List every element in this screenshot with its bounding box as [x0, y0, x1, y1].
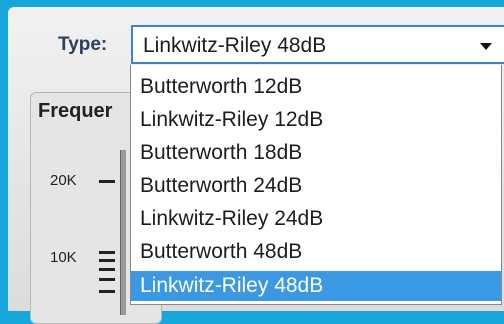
filter-type-select[interactable]: Linkwitz-Riley 48dB — [131, 25, 504, 64]
tick-mark — [99, 268, 115, 271]
selected-filter-type: Linkwitz-Riley 48dB — [143, 34, 327, 57]
tick-label-20k: 20K — [50, 172, 77, 189]
filter-type-dropdown-list: Butterworth 12dB Linkwitz-Riley 12dB But… — [130, 65, 502, 305]
tick-mark — [99, 251, 115, 254]
option-butterworth-12db[interactable]: Butterworth 12dB — [131, 72, 501, 102]
option-linkwitz-riley-12db[interactable]: Linkwitz-Riley 12dB — [131, 105, 501, 135]
chevron-down-icon[interactable] — [480, 43, 492, 50]
tick-mark — [99, 259, 115, 262]
option-butterworth-48db[interactable]: Butterworth 48dB — [131, 237, 501, 267]
option-linkwitz-riley-24db[interactable]: Linkwitz-Riley 24dB — [131, 204, 501, 234]
tick-mark — [99, 290, 115, 293]
frequency-heading: Frequer — [38, 100, 113, 122]
tick-mark — [99, 278, 115, 281]
tick-mark — [99, 180, 115, 183]
option-linkwitz-riley-48db[interactable]: Linkwitz-Riley 48dB — [131, 271, 501, 301]
tick-label-10k: 10K — [50, 249, 77, 266]
type-label: Type: — [58, 34, 108, 55]
option-butterworth-24db[interactable]: Butterworth 24dB — [131, 171, 501, 201]
frequency-scale — [120, 150, 126, 315]
option-butterworth-18db[interactable]: Butterworth 18dB — [131, 138, 501, 168]
